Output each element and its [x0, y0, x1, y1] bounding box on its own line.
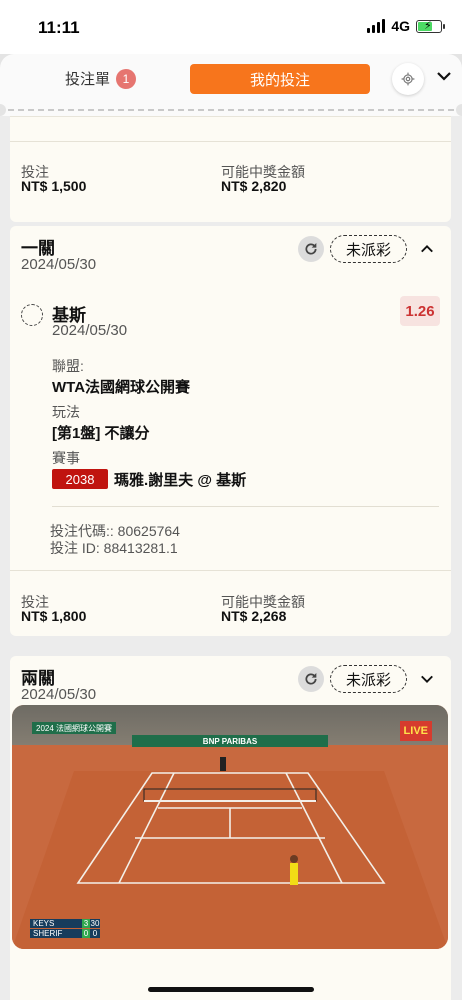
score-row: KEYS 3 30: [30, 919, 100, 928]
sponsor-banner: BNP PARIBAS: [132, 735, 328, 747]
refresh-button[interactable]: [298, 666, 324, 692]
refresh-icon: [305, 243, 317, 255]
gear-icon: [401, 72, 415, 86]
ticket-divider: [8, 109, 454, 111]
chevron-down-icon: [421, 675, 433, 683]
stake-value: NT$ 1,800: [21, 608, 87, 624]
stake-value: NT$ 1,500: [21, 178, 87, 194]
bet-date: 2024/05/30: [21, 686, 97, 703]
match-id-badge: 2038: [52, 469, 108, 489]
refresh-icon: [305, 673, 317, 685]
settlement-status-badge: 未派彩: [330, 235, 407, 263]
bet-card-2: 一關 2024/05/30 未派彩 基斯 2024/05/30 1.26 聯盟:…: [10, 226, 451, 636]
bet-date: 2024/05/30: [21, 256, 97, 273]
market-value: [第1盤] 不讓分: [52, 425, 150, 442]
live-logo: LIVE: [399, 721, 432, 741]
bet-id: 投注 ID: 88413281.1: [50, 540, 178, 556]
sheet-header: 投注單 1 我的投注: [0, 54, 462, 116]
status-icons: 4G ⚡: [367, 18, 445, 34]
chevron-up-icon: [421, 245, 433, 253]
collapse-sheet-button[interactable]: [436, 68, 452, 89]
status-time: 11:11: [38, 18, 80, 37]
ticket-notch-right: [456, 104, 462, 116]
selection-status-icon: [21, 304, 43, 326]
tab-my-bets[interactable]: 我的投注: [190, 64, 370, 94]
status-bar: 11:11 4G ⚡: [0, 0, 462, 54]
odds-badge: 1.26: [400, 296, 440, 326]
scoreboard: KEYS 3 30 SHERIF 0 0: [30, 919, 100, 939]
ticket-notch-left: [0, 104, 6, 116]
payout-value: NT$ 2,268: [221, 608, 287, 624]
bet-slip-count-badge: 1: [116, 68, 137, 89]
payout-value: NT$ 2,820: [221, 178, 287, 194]
match-name: 瑪雅.謝里夫 @ 基斯: [114, 472, 247, 489]
score-row: SHERIF 0 0: [30, 929, 100, 938]
collapse-card-button[interactable]: [420, 242, 434, 261]
signal-icon: [367, 19, 386, 33]
event-label: 賽事: [52, 450, 80, 466]
tab-bet-slip-label: 投注單: [65, 71, 111, 88]
market-label: 玩法: [52, 404, 80, 420]
tab-bet-slip[interactable]: 投注單 1: [65, 68, 137, 89]
live-video-player[interactable]: BNP PARIBAS 2024 法國網球公開賽 LIVE KEYS 3 30 …: [12, 705, 448, 949]
home-indicator[interactable]: [148, 987, 314, 992]
settlement-status-badge: 未派彩: [330, 665, 407, 693]
chevron-down-icon: [437, 72, 451, 81]
battery-icon: ⚡: [416, 19, 445, 33]
broadcast-title: 2024 法國網球公開賽: [32, 722, 117, 734]
league-value: WTA法國網球公開賽: [52, 379, 191, 396]
league-label: 聯盟:: [52, 358, 84, 374]
bet-card-1: 投注 NT$ 1,500 可能中獎金額 NT$ 2,820: [10, 116, 451, 222]
network-type: 4G: [391, 18, 410, 34]
refresh-button[interactable]: [298, 236, 324, 262]
expand-card-button[interactable]: [420, 672, 434, 691]
settings-button[interactable]: [392, 63, 424, 95]
selection-date: 2024/05/30: [52, 322, 128, 339]
